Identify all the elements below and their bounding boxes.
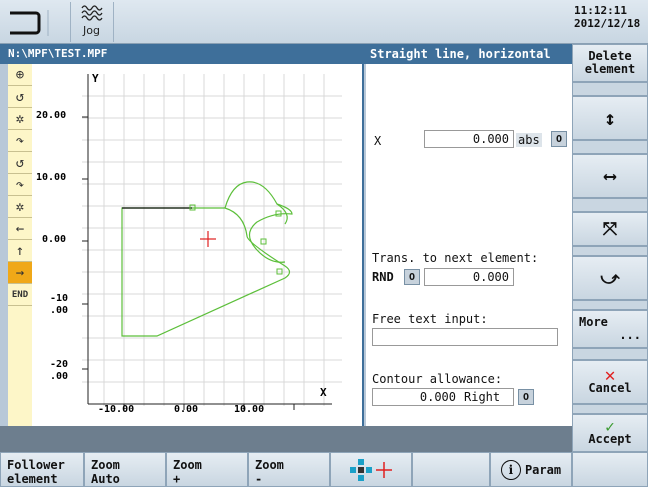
end-icon[interactable]: END	[8, 284, 32, 306]
top-status-bar: Jog 11:12:11 2012/12/18	[0, 0, 648, 44]
more-dots: ...	[619, 328, 641, 342]
y-axis-label: Y	[92, 72, 99, 85]
x-mode-toggle-icon[interactable]: O	[551, 131, 567, 147]
pan-arrows-icon	[350, 458, 392, 481]
direction-horizontal-button[interactable]: ⟷	[572, 154, 648, 198]
softkey-spacer	[572, 140, 648, 154]
softkey-spacer	[572, 246, 648, 256]
line-left-icon[interactable]: ←	[8, 218, 32, 240]
transition-toggle-icon[interactable]: O	[404, 269, 420, 285]
arc-ccw-icon-2[interactable]: ↺	[8, 152, 32, 174]
zoom-plus-label: Zoom	[173, 458, 202, 472]
y-tick-label: .00	[50, 305, 69, 316]
softkey-spacer	[572, 82, 648, 96]
contour-graphic[interactable]: Y X 20.00 10.00 0.00 -10 .00 -20 .00 -10…	[32, 64, 364, 426]
x-tick-label: -10.00	[98, 404, 135, 415]
follower-label: Follower	[7, 458, 65, 472]
element-title: Straight line, horizontal	[364, 44, 572, 64]
follower-label-2: element	[7, 472, 58, 486]
x-mode-select[interactable]: abs	[516, 133, 542, 147]
y-tick-label: -10	[50, 293, 69, 304]
y-tick-label: .00	[50, 371, 69, 382]
channel-state-icon	[8, 8, 64, 38]
allowance-side[interactable]: Right	[460, 388, 514, 406]
more-button[interactable]: More ...	[572, 310, 648, 348]
param-button[interactable]: i Param	[490, 452, 572, 487]
softkey-spacer	[572, 404, 648, 414]
pole-icon[interactable]: ✲	[8, 108, 32, 130]
tangent-arc-icon: ⤻	[600, 267, 620, 289]
x-field-label: X	[374, 134, 382, 148]
y-tick-label: -20	[50, 359, 69, 370]
y-tick-label: 0.00	[42, 234, 67, 245]
param-label: Param	[524, 462, 562, 477]
tangent-arc-button[interactable]: ⤻	[572, 256, 648, 300]
pole-icon-2[interactable]: ✲	[8, 196, 32, 218]
clock-time: 11:12:11	[574, 4, 627, 17]
softkey-spacer	[572, 198, 648, 212]
program-path: N:\MPF\TEST.MPF	[0, 44, 364, 64]
x-value-input[interactable]: 0.000	[424, 130, 514, 148]
start-point-icon[interactable]: ⊕	[8, 64, 32, 86]
cursor-crosshair	[200, 231, 216, 247]
message-bar	[0, 426, 572, 452]
softkey-empty	[412, 452, 490, 487]
direction-vertical-button[interactable]: ↕	[572, 96, 648, 140]
info-icon: i	[500, 459, 521, 480]
y-tick-label: 10.00	[36, 172, 67, 183]
zoom-minus-button[interactable]: Zoom -	[248, 452, 330, 487]
line-right-icon[interactable]: →	[8, 262, 32, 284]
y-tick-label: 20.00	[36, 110, 67, 121]
line-up-icon[interactable]: ↑	[8, 240, 32, 262]
transition-label: Trans. to next element:	[372, 251, 539, 265]
zoom-plus-button[interactable]: Zoom +	[166, 452, 248, 487]
free-text-label: Free text input:	[372, 312, 488, 326]
zoom-minus-label-2: -	[255, 472, 263, 486]
allowance-toggle-icon[interactable]: O	[518, 389, 534, 405]
delete-element-button[interactable]: Delete element	[572, 44, 648, 82]
horizontal-arrow-icon: ⟷	[604, 165, 616, 187]
x-axis-label: X	[320, 386, 327, 399]
operating-mode-label: Jog	[83, 24, 100, 37]
zoom-auto-button[interactable]: Zoom Auto	[84, 452, 166, 487]
zoom-auto-label: Zoom	[91, 458, 120, 472]
cancel-label: Cancel	[588, 381, 632, 395]
follower-element-button[interactable]: Follower element	[0, 452, 84, 487]
cancel-button[interactable]: ✕ Cancel	[572, 360, 648, 404]
contour-element-toolbar: ⊕ ↺ ✲ ↷ ↺ ↷ ✲ ← ↑ → END	[8, 64, 32, 426]
pan-view-button[interactable]	[330, 452, 412, 487]
zoom-minus-label: Zoom	[255, 458, 284, 472]
arc-cw-icon-2[interactable]: ↷	[8, 174, 32, 196]
delete-element-label-2: element	[584, 62, 636, 76]
allowance-value-input[interactable]: 0.000	[372, 388, 460, 406]
softkey-empty	[572, 452, 648, 487]
direction-diagonal-button[interactable]: ⤧	[572, 212, 648, 246]
x-tick-label: 10.00	[234, 404, 265, 415]
zoom-auto-label-2: Auto	[91, 472, 120, 486]
arc-ccw-icon[interactable]: ↺	[8, 86, 32, 108]
clock: 11:12:11 2012/12/18	[574, 4, 648, 30]
diagonal-arrows-icon: ⤧	[602, 218, 618, 240]
transition-value-input[interactable]: 0.000	[424, 268, 514, 286]
arc-cw-icon[interactable]: ↷	[8, 130, 32, 152]
free-text-input[interactable]	[372, 328, 558, 346]
jog-wave-icon	[81, 4, 103, 25]
vertical-arrow-icon: ↕	[603, 105, 617, 130]
accept-button[interactable]: ✓ Accept	[572, 414, 648, 452]
softkey-spacer	[572, 300, 648, 310]
allowance-label: Contour allowance:	[372, 372, 503, 386]
clock-date: 2012/12/18	[574, 17, 641, 30]
accept-label: Accept	[588, 432, 632, 446]
parameter-form: X 0.000 abs O Trans. to next element: RN…	[366, 64, 572, 426]
more-label: More	[579, 315, 608, 329]
operating-mode-indicator: Jog	[70, 2, 114, 42]
softkey-spacer	[572, 348, 648, 360]
zoom-plus-label-2: +	[173, 472, 181, 486]
transition-type[interactable]: RND	[372, 270, 394, 284]
x-tick-label: 0.00	[174, 404, 199, 415]
